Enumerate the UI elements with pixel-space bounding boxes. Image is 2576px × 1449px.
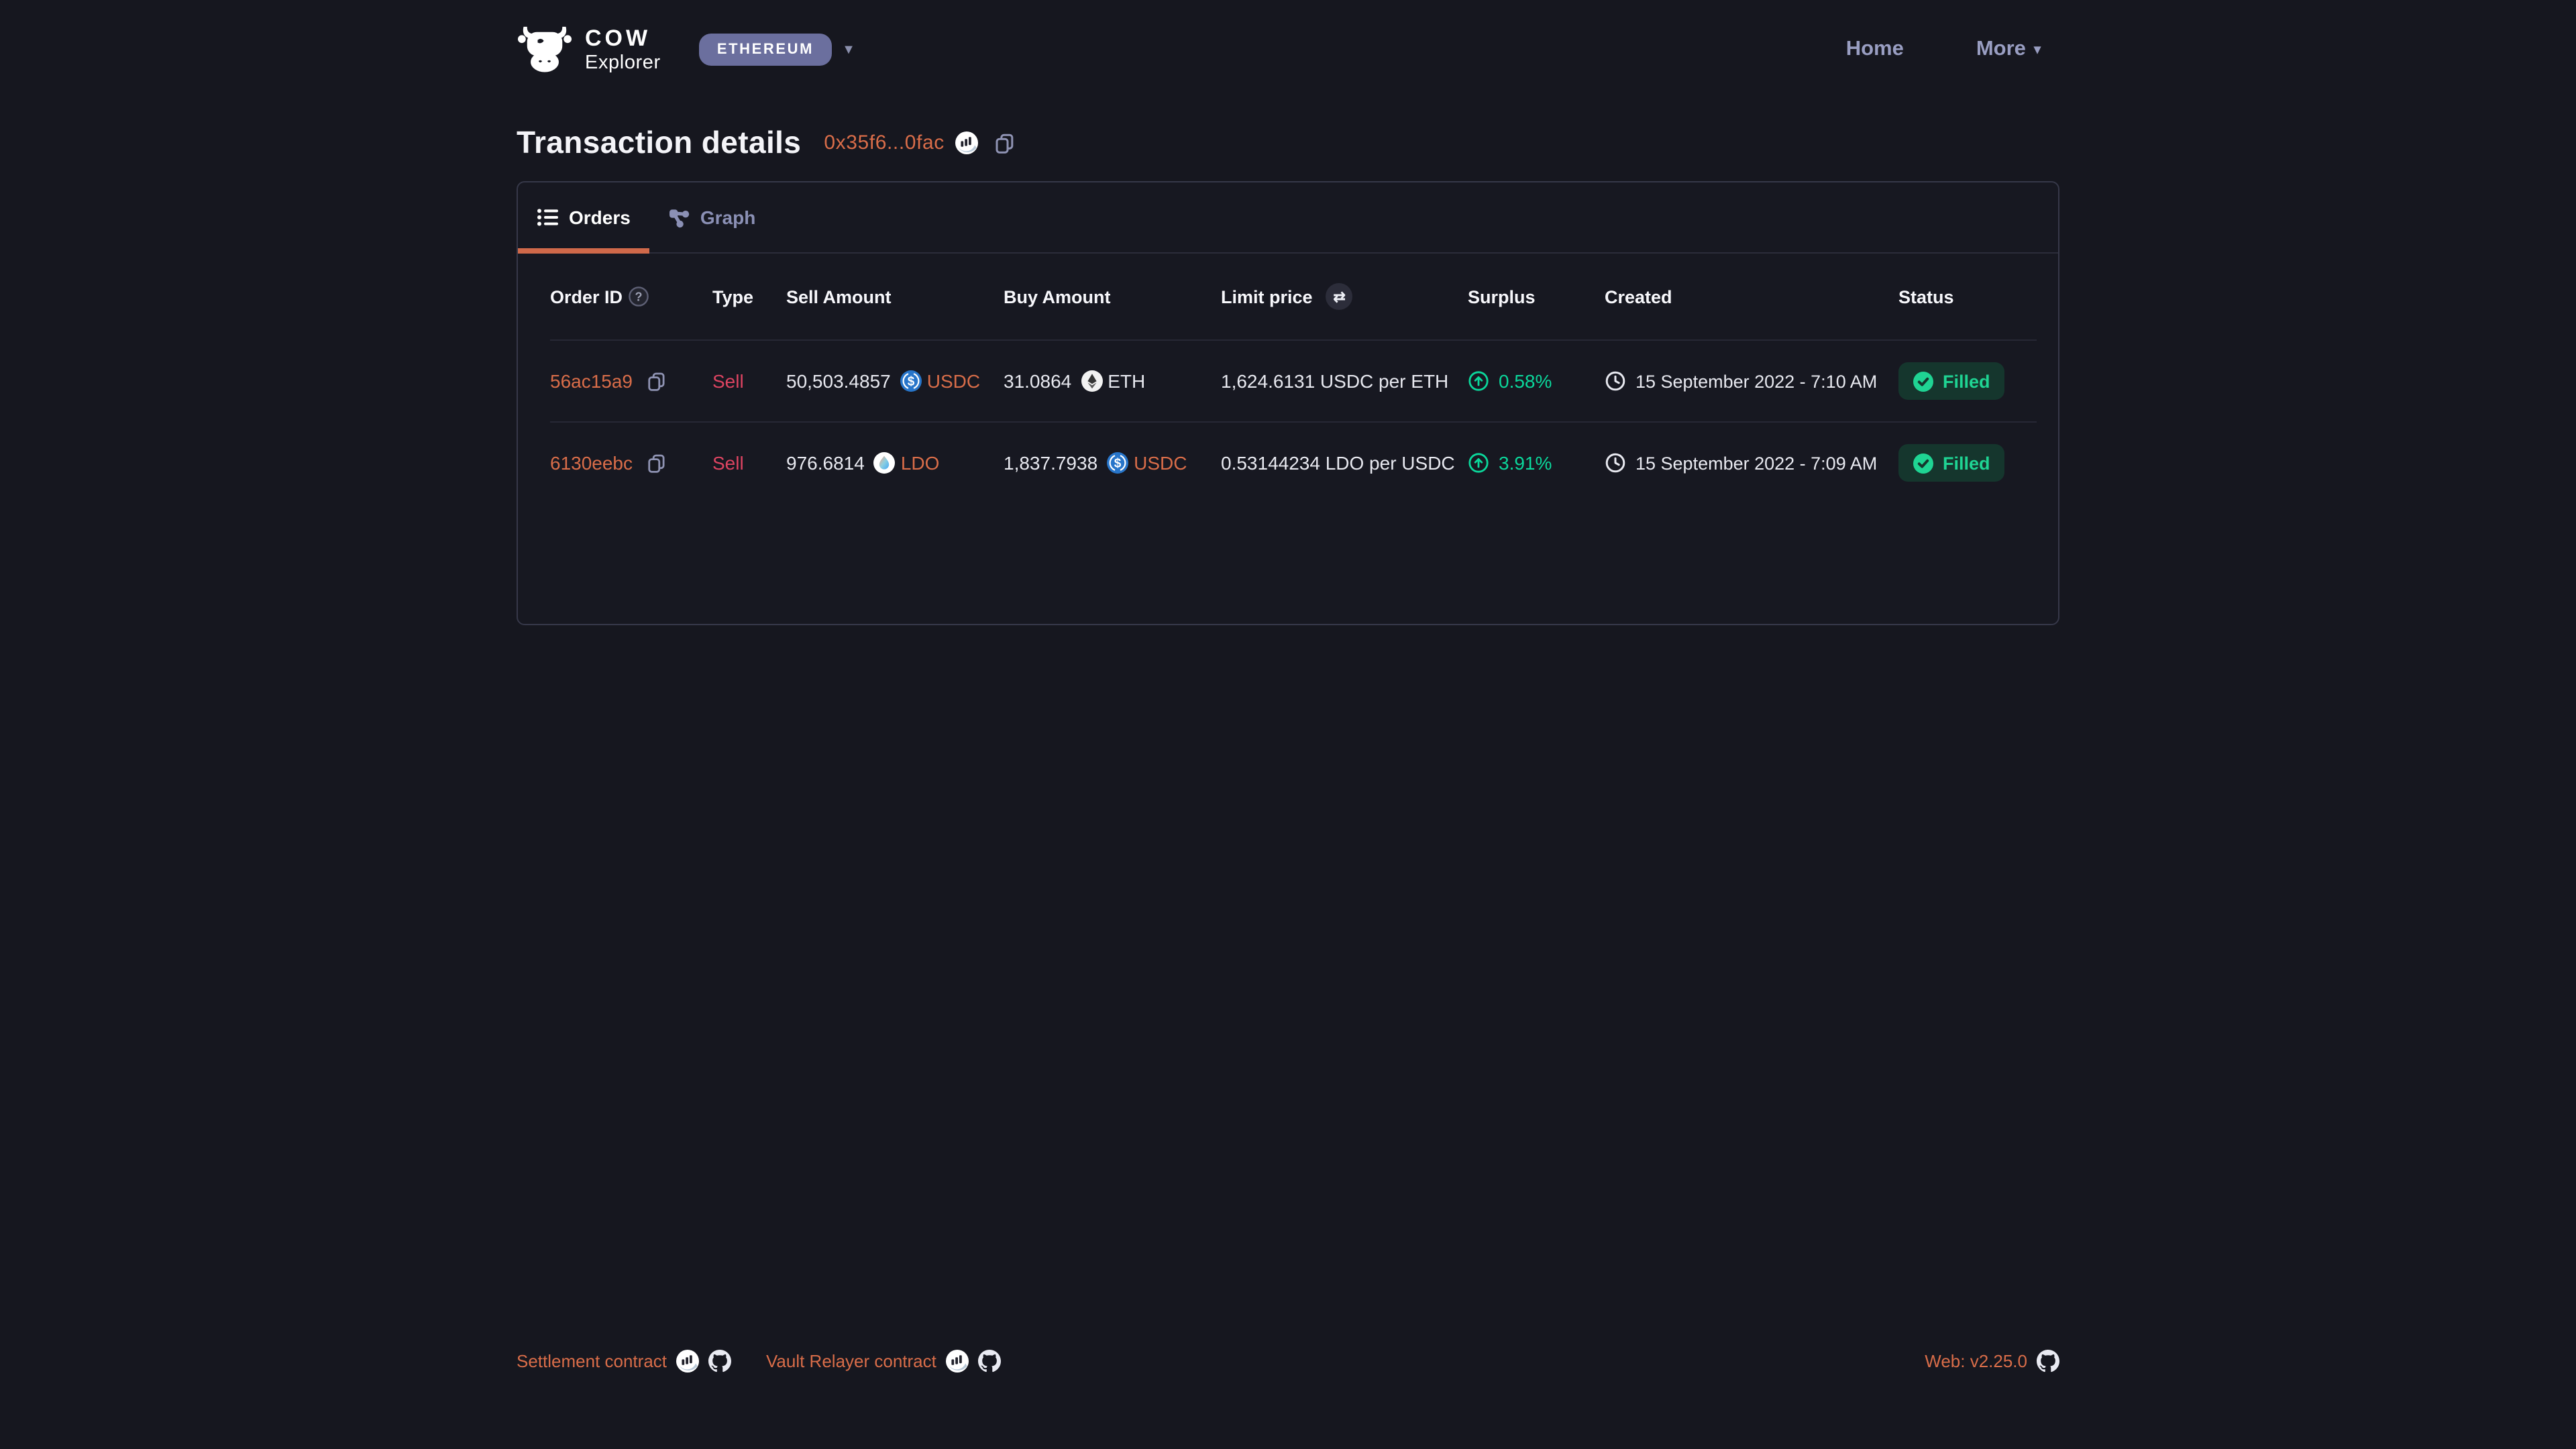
network-selector[interactable]: ETHEREUM ▼ [700,34,855,66]
limit-price: 0.53144234 LDO per USDC [1221,452,1468,474]
title-row: Transaction details 0x35f6...0fac [517,125,2059,161]
order-id-link[interactable]: 6130eebc [550,452,633,474]
surplus-up-icon [1468,452,1489,474]
status-badge: Filled [1898,362,2005,400]
github-icon[interactable] [978,1349,1001,1372]
nav-more[interactable]: More ▾ [1976,38,2041,62]
buy-amount: 31.0864 [1004,370,1071,392]
created-date: 15 September 2022 - 7:09 AM [1635,453,1877,473]
buy-token: ETH [1108,370,1145,392]
settlement-contract-link: Settlement contract [517,1349,731,1372]
col-surplus: Surplus [1468,286,1605,307]
created-date: 15 September 2022 - 7:10 AM [1635,371,1877,391]
etherscan-icon[interactable] [946,1349,969,1372]
nav-home[interactable]: Home [1846,38,1904,62]
usdc-icon [1107,452,1128,474]
app-header: COW Explorer ETHEREUM ▼ Home More ▾ [517,19,2059,80]
help-icon[interactable] [628,286,649,307]
chevron-down-icon: ▼ [842,42,855,57]
order-type: Sell [712,452,786,474]
buy-amount: 1,837.7938 [1004,452,1097,474]
cow-icon [517,25,573,74]
page-footer: Settlement contract Vault Relayer contra… [517,1344,2059,1377]
main-nav: Home More ▾ [1846,38,2041,62]
chevron-down-icon: ▾ [2034,42,2041,57]
order-type: Sell [712,370,786,392]
etherscan-icon[interactable] [955,131,978,154]
copy-order-id-icon[interactable] [646,453,666,473]
col-sell-amount: Sell Amount [786,286,1004,307]
invert-price-icon[interactable]: ⇄ [1326,283,1353,310]
sell-amount: 976.6814 [786,452,865,474]
col-status: Status [1898,286,2037,307]
order-id-link[interactable]: 56ac15a9 [550,370,633,392]
tx-hash-group: 0x35f6...0fac [824,131,978,154]
orders-table: Order ID Type Sell Amount Buy Amount Lim… [518,254,2058,503]
clock-icon [1605,452,1626,474]
page-title: Transaction details [517,125,801,161]
eth-icon [1081,370,1102,392]
graph-icon [668,207,690,227]
ldo-icon [874,452,896,474]
orders-card: Orders Graph Order ID Type Sell Amount [517,181,2059,625]
tab-orders[interactable]: Orders [518,182,649,252]
surplus-up-icon [1468,370,1489,392]
usdc-icon [900,370,922,392]
network-badge[interactable]: ETHEREUM [700,34,831,66]
surplus-value: 3.91% [1499,452,1552,474]
table-row: 56ac15a9 Sell 50,503.4857 USDC 31.0864 [550,339,2037,421]
col-order-id: Order ID [550,286,623,307]
cow-explorer-logo[interactable]: COW Explorer [517,25,661,74]
vault-relayer-contract-label[interactable]: Vault Relayer contract [766,1350,936,1371]
etherscan-icon[interactable] [676,1349,699,1372]
sell-amount: 50,503.4857 [786,370,891,392]
github-icon[interactable] [708,1349,731,1372]
settlement-contract-label[interactable]: Settlement contract [517,1350,667,1371]
check-circle-icon [1913,453,1933,473]
check-circle-icon [1913,371,1933,391]
sell-token-link[interactable]: USDC [927,370,980,392]
col-buy-amount: Buy Amount [1004,286,1221,307]
sell-token-link[interactable]: LDO [901,452,940,474]
brand-name: COW [585,27,661,50]
list-icon [537,207,558,228]
brand-subtitle: Explorer [585,54,661,73]
limit-price: 1,624.6131 USDC per ETH [1221,370,1468,392]
buy-token-link[interactable]: USDC [1134,452,1187,474]
table-row: 6130eebc Sell 976.6814 LDO 1,837.7938 [550,421,2037,503]
col-type: Type [712,286,786,307]
web-version-link[interactable]: Web: v2.25.0 [1925,1350,2027,1371]
clock-icon [1605,370,1626,392]
surplus-value: 0.58% [1499,370,1552,392]
tx-hash-link[interactable]: 0x35f6...0fac [824,131,945,154]
tab-graph[interactable]: Graph [649,182,774,252]
status-badge: Filled [1898,444,2005,482]
tab-bar: Orders Graph [518,182,2058,254]
col-limit-price: Limit price [1221,286,1313,307]
vault-relayer-contract-link: Vault Relayer contract [766,1349,1001,1372]
copy-tx-hash-icon[interactable] [994,132,1016,154]
col-created: Created [1605,286,1898,307]
github-icon[interactable] [2037,1349,2059,1372]
explorer-page: COW Explorer ETHEREUM ▼ Home More ▾ Tran… [0,0,2576,1449]
copy-order-id-icon[interactable] [646,371,666,391]
table-header-row: Order ID Type Sell Amount Buy Amount Lim… [550,254,2037,339]
